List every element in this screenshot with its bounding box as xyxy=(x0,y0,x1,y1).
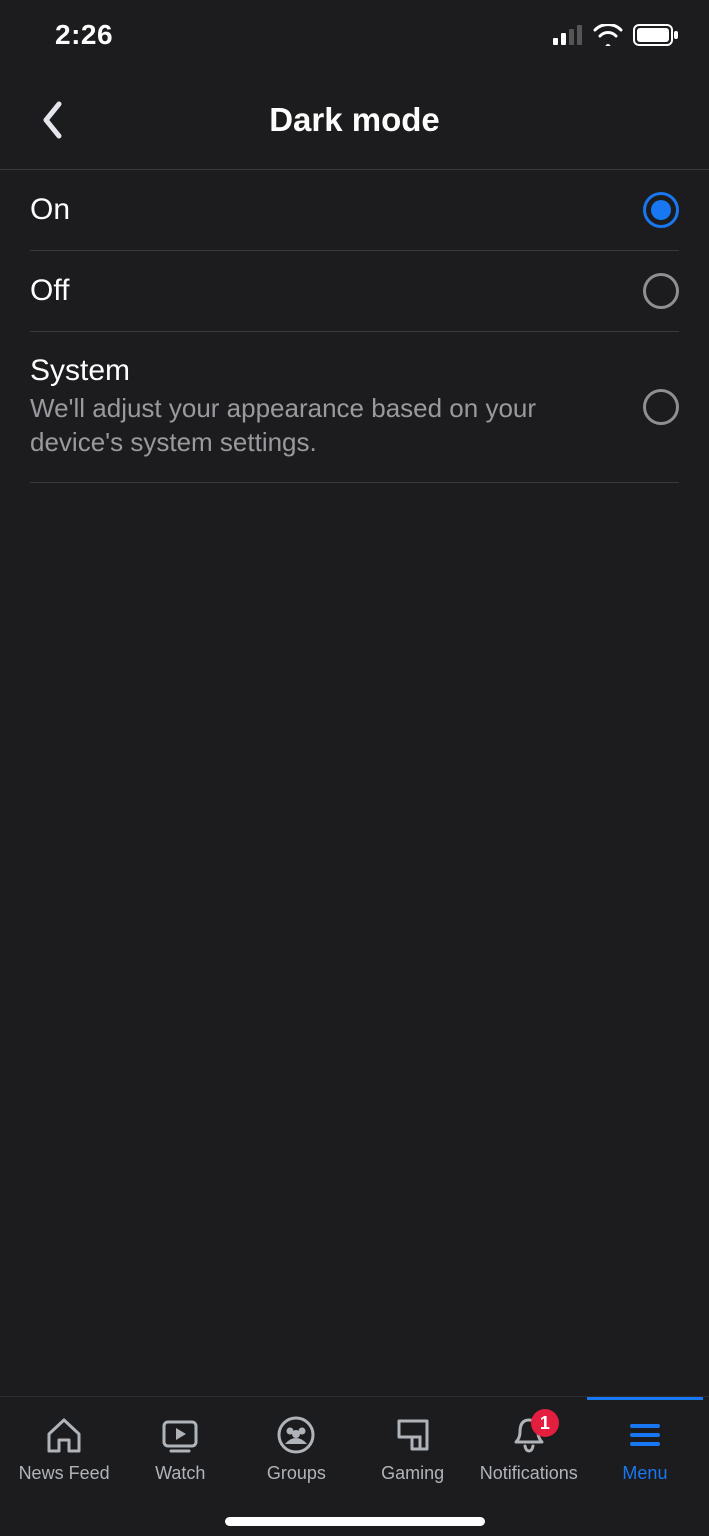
gaming-icon xyxy=(391,1413,435,1457)
status-time: 2:26 xyxy=(55,19,113,51)
radio-system[interactable] xyxy=(643,389,679,425)
wifi-icon xyxy=(593,24,623,46)
tab-label: Gaming xyxy=(381,1463,444,1484)
cellular-icon xyxy=(553,25,583,45)
notification-badge: 1 xyxy=(531,1409,559,1437)
tab-label: Groups xyxy=(267,1463,326,1484)
radio-on[interactable] xyxy=(643,192,679,228)
option-label: System xyxy=(30,354,623,388)
chevron-left-icon xyxy=(41,101,63,139)
status-bar: 2:26 xyxy=(0,0,709,70)
tab-bar: News Feed Watch xyxy=(0,1396,709,1536)
option-on[interactable]: On xyxy=(30,170,679,251)
option-system[interactable]: System We'll adjust your appearance base… xyxy=(30,332,679,483)
tab-label: Notifications xyxy=(480,1463,578,1484)
tab-news-feed[interactable]: News Feed xyxy=(6,1407,122,1484)
option-label: On xyxy=(30,193,623,227)
home-indicator[interactable] xyxy=(225,1517,485,1526)
groups-icon xyxy=(274,1413,318,1457)
tab-gaming[interactable]: Gaming xyxy=(355,1407,471,1484)
tab-groups[interactable]: Groups xyxy=(238,1407,354,1484)
option-off[interactable]: Off xyxy=(30,251,679,332)
options-list: On Off System We'll adjust your appearan… xyxy=(0,170,709,483)
nav-header: Dark mode xyxy=(0,70,709,170)
battery-icon xyxy=(633,24,679,46)
option-label: Off xyxy=(30,274,623,308)
tab-label: Menu xyxy=(622,1463,667,1484)
tab-menu[interactable]: Menu xyxy=(587,1397,703,1484)
back-button[interactable] xyxy=(22,90,82,150)
page-title: Dark mode xyxy=(0,101,709,139)
home-icon xyxy=(42,1413,86,1457)
hamburger-icon xyxy=(623,1413,667,1457)
tv-icon xyxy=(158,1413,202,1457)
tab-label: News Feed xyxy=(19,1463,110,1484)
tab-watch[interactable]: Watch xyxy=(122,1407,238,1484)
option-description: We'll adjust your appearance based on yo… xyxy=(30,392,623,460)
tab-label: Watch xyxy=(155,1463,205,1484)
radio-off[interactable] xyxy=(643,273,679,309)
status-icons xyxy=(553,24,679,46)
tab-notifications[interactable]: 1 Notifications xyxy=(471,1407,587,1484)
